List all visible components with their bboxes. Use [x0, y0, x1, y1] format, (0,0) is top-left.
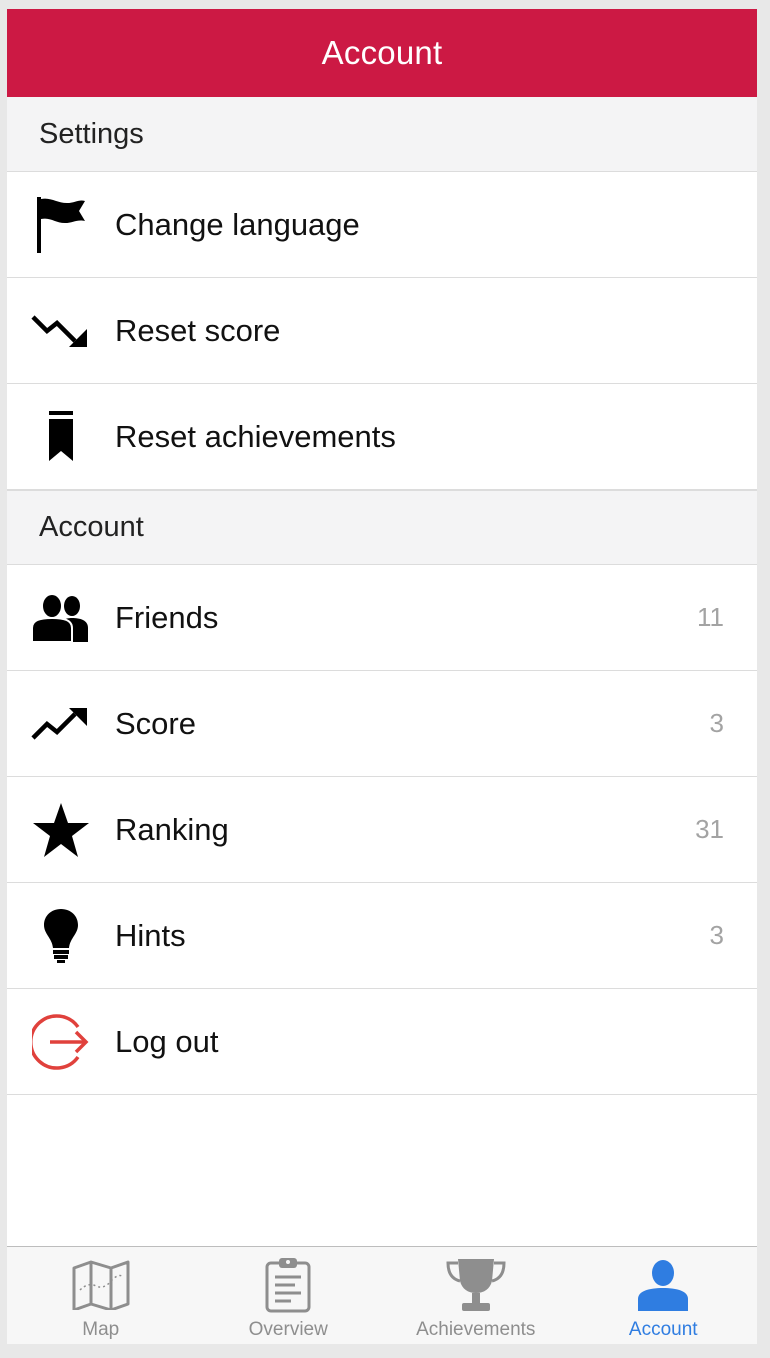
logout-icon — [7, 1013, 115, 1071]
score-label: Score — [115, 705, 196, 741]
lightbulb-icon — [7, 908, 115, 964]
friends-icon — [7, 593, 115, 642]
reset-achievements-label: Reset achievements — [115, 418, 396, 454]
tab-bar: Map Overview Achievements Account — [7, 1246, 757, 1344]
bookmark-icon — [7, 410, 115, 463]
tab-achievements[interactable]: Achievements — [382, 1247, 570, 1344]
friends-label: Friends — [115, 599, 219, 635]
trophy-icon — [446, 1255, 506, 1315]
friends-count: 11 — [697, 602, 724, 632]
empty-area — [7, 1095, 757, 1246]
score-row[interactable]: Score 3 — [7, 671, 757, 777]
tab-overview[interactable]: Overview — [195, 1247, 383, 1344]
map-icon — [72, 1255, 130, 1315]
clipboard-icon — [265, 1255, 311, 1315]
change-language-row[interactable]: Change language — [7, 172, 757, 278]
navigation-bar: Account — [7, 9, 757, 97]
reset-score-label: Reset score — [115, 312, 281, 348]
tab-achievements-label: Achievements — [416, 1319, 536, 1340]
section-header-account: Account — [7, 490, 757, 565]
ranking-label: Ranking — [115, 811, 229, 847]
tab-account[interactable]: Account — [570, 1247, 758, 1344]
tab-map[interactable]: Map — [7, 1247, 195, 1344]
tab-map-label: Map — [82, 1319, 120, 1340]
ranking-row[interactable]: Ranking 31 — [7, 777, 757, 883]
hints-row[interactable]: Hints 3 — [7, 883, 757, 989]
ranking-value: 31 — [695, 814, 724, 844]
flag-icon — [7, 195, 115, 255]
tab-account-label: Account — [628, 1319, 698, 1340]
hints-value: 3 — [709, 920, 724, 950]
friends-row[interactable]: Friends 11 — [7, 565, 757, 671]
log-out-label: Log out — [115, 1023, 219, 1059]
section-header-settings: Settings — [7, 97, 757, 172]
log-out-row[interactable]: Log out — [7, 989, 757, 1095]
star-icon — [7, 802, 115, 858]
reset-achievements-row[interactable]: Reset achievements — [7, 384, 757, 490]
hints-label: Hints — [115, 917, 186, 953]
trend-up-icon — [7, 704, 115, 744]
reset-score-row[interactable]: Reset score — [7, 278, 757, 384]
page-title: Account — [321, 34, 443, 71]
trend-down-icon — [7, 311, 115, 351]
change-language-label: Change language — [115, 206, 360, 242]
person-icon — [637, 1255, 689, 1315]
score-value: 3 — [709, 708, 724, 738]
app-screen: Account Settings Change language Reset s… — [7, 9, 757, 1344]
tab-overview-label: Overview — [248, 1319, 328, 1340]
